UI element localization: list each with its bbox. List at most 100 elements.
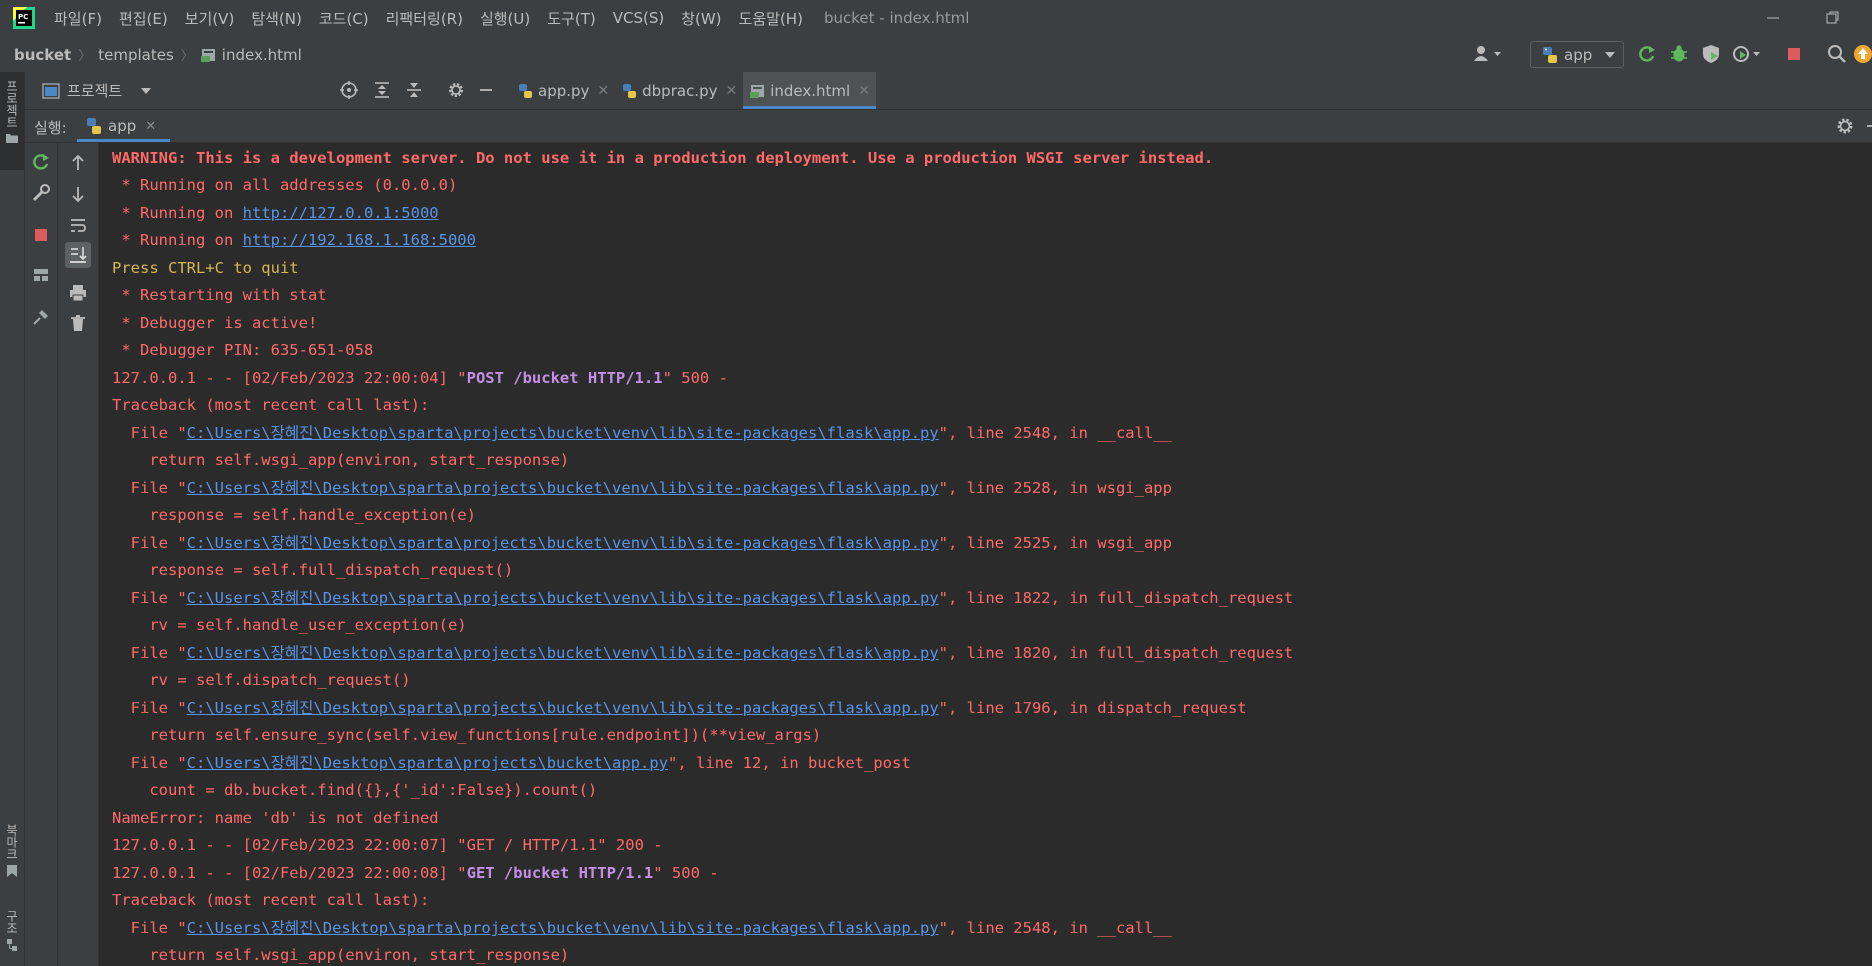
console-line: File "C:\Users\장혜진\Desktop\sparta\projec… [112, 753, 911, 773]
update-icon[interactable] [1853, 44, 1872, 64]
console-text: ", line 1796, in dispatch_request [938, 699, 1247, 717]
python-icon [1541, 46, 1559, 64]
chevron-down-icon [140, 87, 152, 95]
menu-help[interactable]: 도움말(H) [739, 8, 803, 29]
bookmark-icon [6, 864, 18, 878]
wrench-icon[interactable] [31, 183, 51, 203]
menu-run[interactable]: 실행(U) [480, 8, 530, 29]
breadcrumb-file[interactable]: index.html [222, 46, 302, 64]
rerun-icon[interactable] [31, 152, 51, 172]
console-file-link[interactable]: C:\Users\장혜진\Desktop\sparta\projects\buc… [187, 699, 939, 717]
menu-window[interactable]: 창(W) [681, 8, 721, 29]
menu-view[interactable]: 보기(V) [185, 8, 235, 29]
layout-icon[interactable] [31, 265, 51, 285]
close-icon[interactable]: ✕ [145, 119, 156, 134]
console-text: File " [112, 424, 187, 442]
close-icon[interactable]: ✕ [725, 83, 737, 99]
python-icon [85, 117, 103, 135]
console-line: return self.ensure_sync(self.view_functi… [112, 726, 822, 744]
html-file-icon [200, 47, 217, 63]
collapse-all-icon[interactable] [405, 81, 423, 99]
restore-icon[interactable] [1818, 6, 1848, 30]
console-file-link[interactable]: C:\Users\장혜진\Desktop\sparta\projects\buc… [187, 919, 939, 937]
console-text: ", line 1822, in full_dispatch_request [938, 589, 1294, 607]
console-file-link[interactable]: C:\Users\장혜진\Desktop\sparta\projects\buc… [187, 479, 939, 497]
project-tool-tab[interactable]: 프로젝트 [0, 72, 24, 170]
left-tool-strip: 프로젝트 북마크 구조 [0, 72, 25, 966]
rerun-icon[interactable] [1637, 44, 1657, 64]
scroll-to-end-icon[interactable] [65, 242, 91, 268]
trash-icon[interactable] [68, 313, 88, 333]
console-text: ", line 2528, in wsgi_app [938, 479, 1172, 497]
structure-icon [6, 938, 18, 952]
project-view-icon [42, 82, 60, 99]
console-line: response = self.full_dispatch_request() [112, 561, 514, 579]
breadcrumb-project[interactable]: bucket [14, 46, 71, 64]
project-view-selector[interactable]: 프로젝트 [42, 80, 152, 101]
run-configuration-selector[interactable]: app [1530, 41, 1624, 68]
menu-vcs[interactable]: VCS(S) [613, 9, 664, 27]
console-file-link[interactable]: C:\Users\장혜진\Desktop\sparta\projects\buc… [187, 534, 939, 552]
console-line: response = self.handle_exception(e) [112, 506, 476, 524]
console-text: " 500 - [653, 864, 719, 882]
run-console[interactable]: WARNING: This is a development server. D… [99, 143, 1872, 966]
search-icon[interactable] [1827, 44, 1847, 64]
console-line: return self.wsgi_app(environ, start_resp… [112, 946, 570, 964]
minimize-icon[interactable] [1758, 6, 1788, 30]
coverage-icon[interactable] [1701, 44, 1721, 64]
menu-edit[interactable]: 편집(E) [119, 8, 168, 29]
menu-tools[interactable]: 도구(T) [547, 8, 595, 29]
console-file-link[interactable]: C:\Users\장혜진\Desktop\sparta\projects\buc… [187, 644, 939, 662]
console-text: * Running on [112, 231, 243, 249]
panel-header: 프로젝트 app.py ✕ dbprac.py ✕ index.html ✕ [25, 72, 1872, 110]
user-dropdown-icon[interactable] [1473, 44, 1505, 64]
stop-icon[interactable] [1784, 44, 1804, 64]
pin-icon[interactable] [31, 307, 51, 327]
console-line: File "C:\Users\장혜진\Desktop\sparta\projec… [112, 533, 1172, 553]
menu-navigate[interactable]: 탐색(N) [251, 8, 302, 29]
console-text: ", line 2548, in __call__ [938, 424, 1172, 442]
breadcrumb-separator-icon: 〉 [180, 49, 194, 64]
editor-tab-index-html[interactable]: index.html ✕ [743, 72, 876, 109]
close-icon[interactable]: ✕ [597, 83, 609, 99]
debug-icon[interactable] [1669, 44, 1689, 64]
console-line: File "C:\Users\장혜진\Desktop\sparta\projec… [112, 588, 1294, 608]
run-tab-app[interactable]: app ✕ [77, 110, 171, 142]
hide-panel-icon[interactable] [477, 81, 495, 99]
python-file-icon [622, 83, 638, 99]
run-tab-label: app [108, 117, 137, 135]
editor-tab-dbprac-py[interactable]: dbprac.py ✕ [615, 72, 743, 109]
close-icon[interactable]: ✕ [858, 83, 870, 99]
menu-file[interactable]: 파일(F) [54, 8, 102, 29]
console-text: ", line 12, in bucket_post [668, 754, 911, 772]
arrow-up-icon[interactable] [68, 153, 88, 173]
bookmarks-tool-tab[interactable]: 북마크 [0, 820, 24, 884]
breadcrumb-folder[interactable]: templates [98, 46, 174, 64]
console-file-link[interactable]: C:\Users\장혜진\Desktop\sparta\projects\buc… [187, 589, 939, 607]
console-actions-toolbar [58, 143, 99, 966]
menu-code[interactable]: 코드(C) [319, 8, 369, 29]
console-file-link[interactable]: C:\Users\장혜진\Desktop\sparta\projects\buc… [187, 754, 668, 772]
locate-file-icon[interactable] [340, 81, 358, 99]
structure-tool-tab[interactable]: 구조 [0, 906, 24, 964]
print-icon[interactable] [68, 283, 88, 303]
console-line: File "C:\Users\장혜진\Desktop\sparta\projec… [112, 478, 1172, 498]
console-link[interactable]: http://127.0.0.1:5000 [243, 204, 439, 222]
soft-wrap-icon[interactable] [68, 215, 88, 235]
navigation-bar: bucket 〉 templates 〉 index.html app [0, 36, 1872, 73]
console-text: 127.0.0.1 - - [02/Feb/2023 22:00:04] " [112, 369, 467, 387]
gear-icon[interactable] [1835, 116, 1855, 136]
profile-dropdown-icon[interactable] [1732, 44, 1762, 64]
console-link[interactable]: http://192.168.1.168:5000 [243, 231, 476, 249]
menu-refactor[interactable]: 리팩터링(R) [386, 8, 463, 29]
hide-panel-icon[interactable] [1865, 116, 1872, 136]
run-actions-toolbar [25, 143, 58, 966]
editor-tab-label: dbprac.py [642, 81, 718, 100]
gear-icon[interactable] [447, 81, 465, 99]
arrow-down-icon[interactable] [68, 184, 88, 204]
stop-icon[interactable] [31, 225, 51, 245]
expand-all-icon[interactable] [373, 81, 391, 99]
console-file-link[interactable]: C:\Users\장혜진\Desktop\sparta\projects\buc… [187, 424, 939, 442]
python-file-icon [518, 83, 534, 99]
editor-tab-app-py[interactable]: app.py ✕ [511, 72, 615, 109]
